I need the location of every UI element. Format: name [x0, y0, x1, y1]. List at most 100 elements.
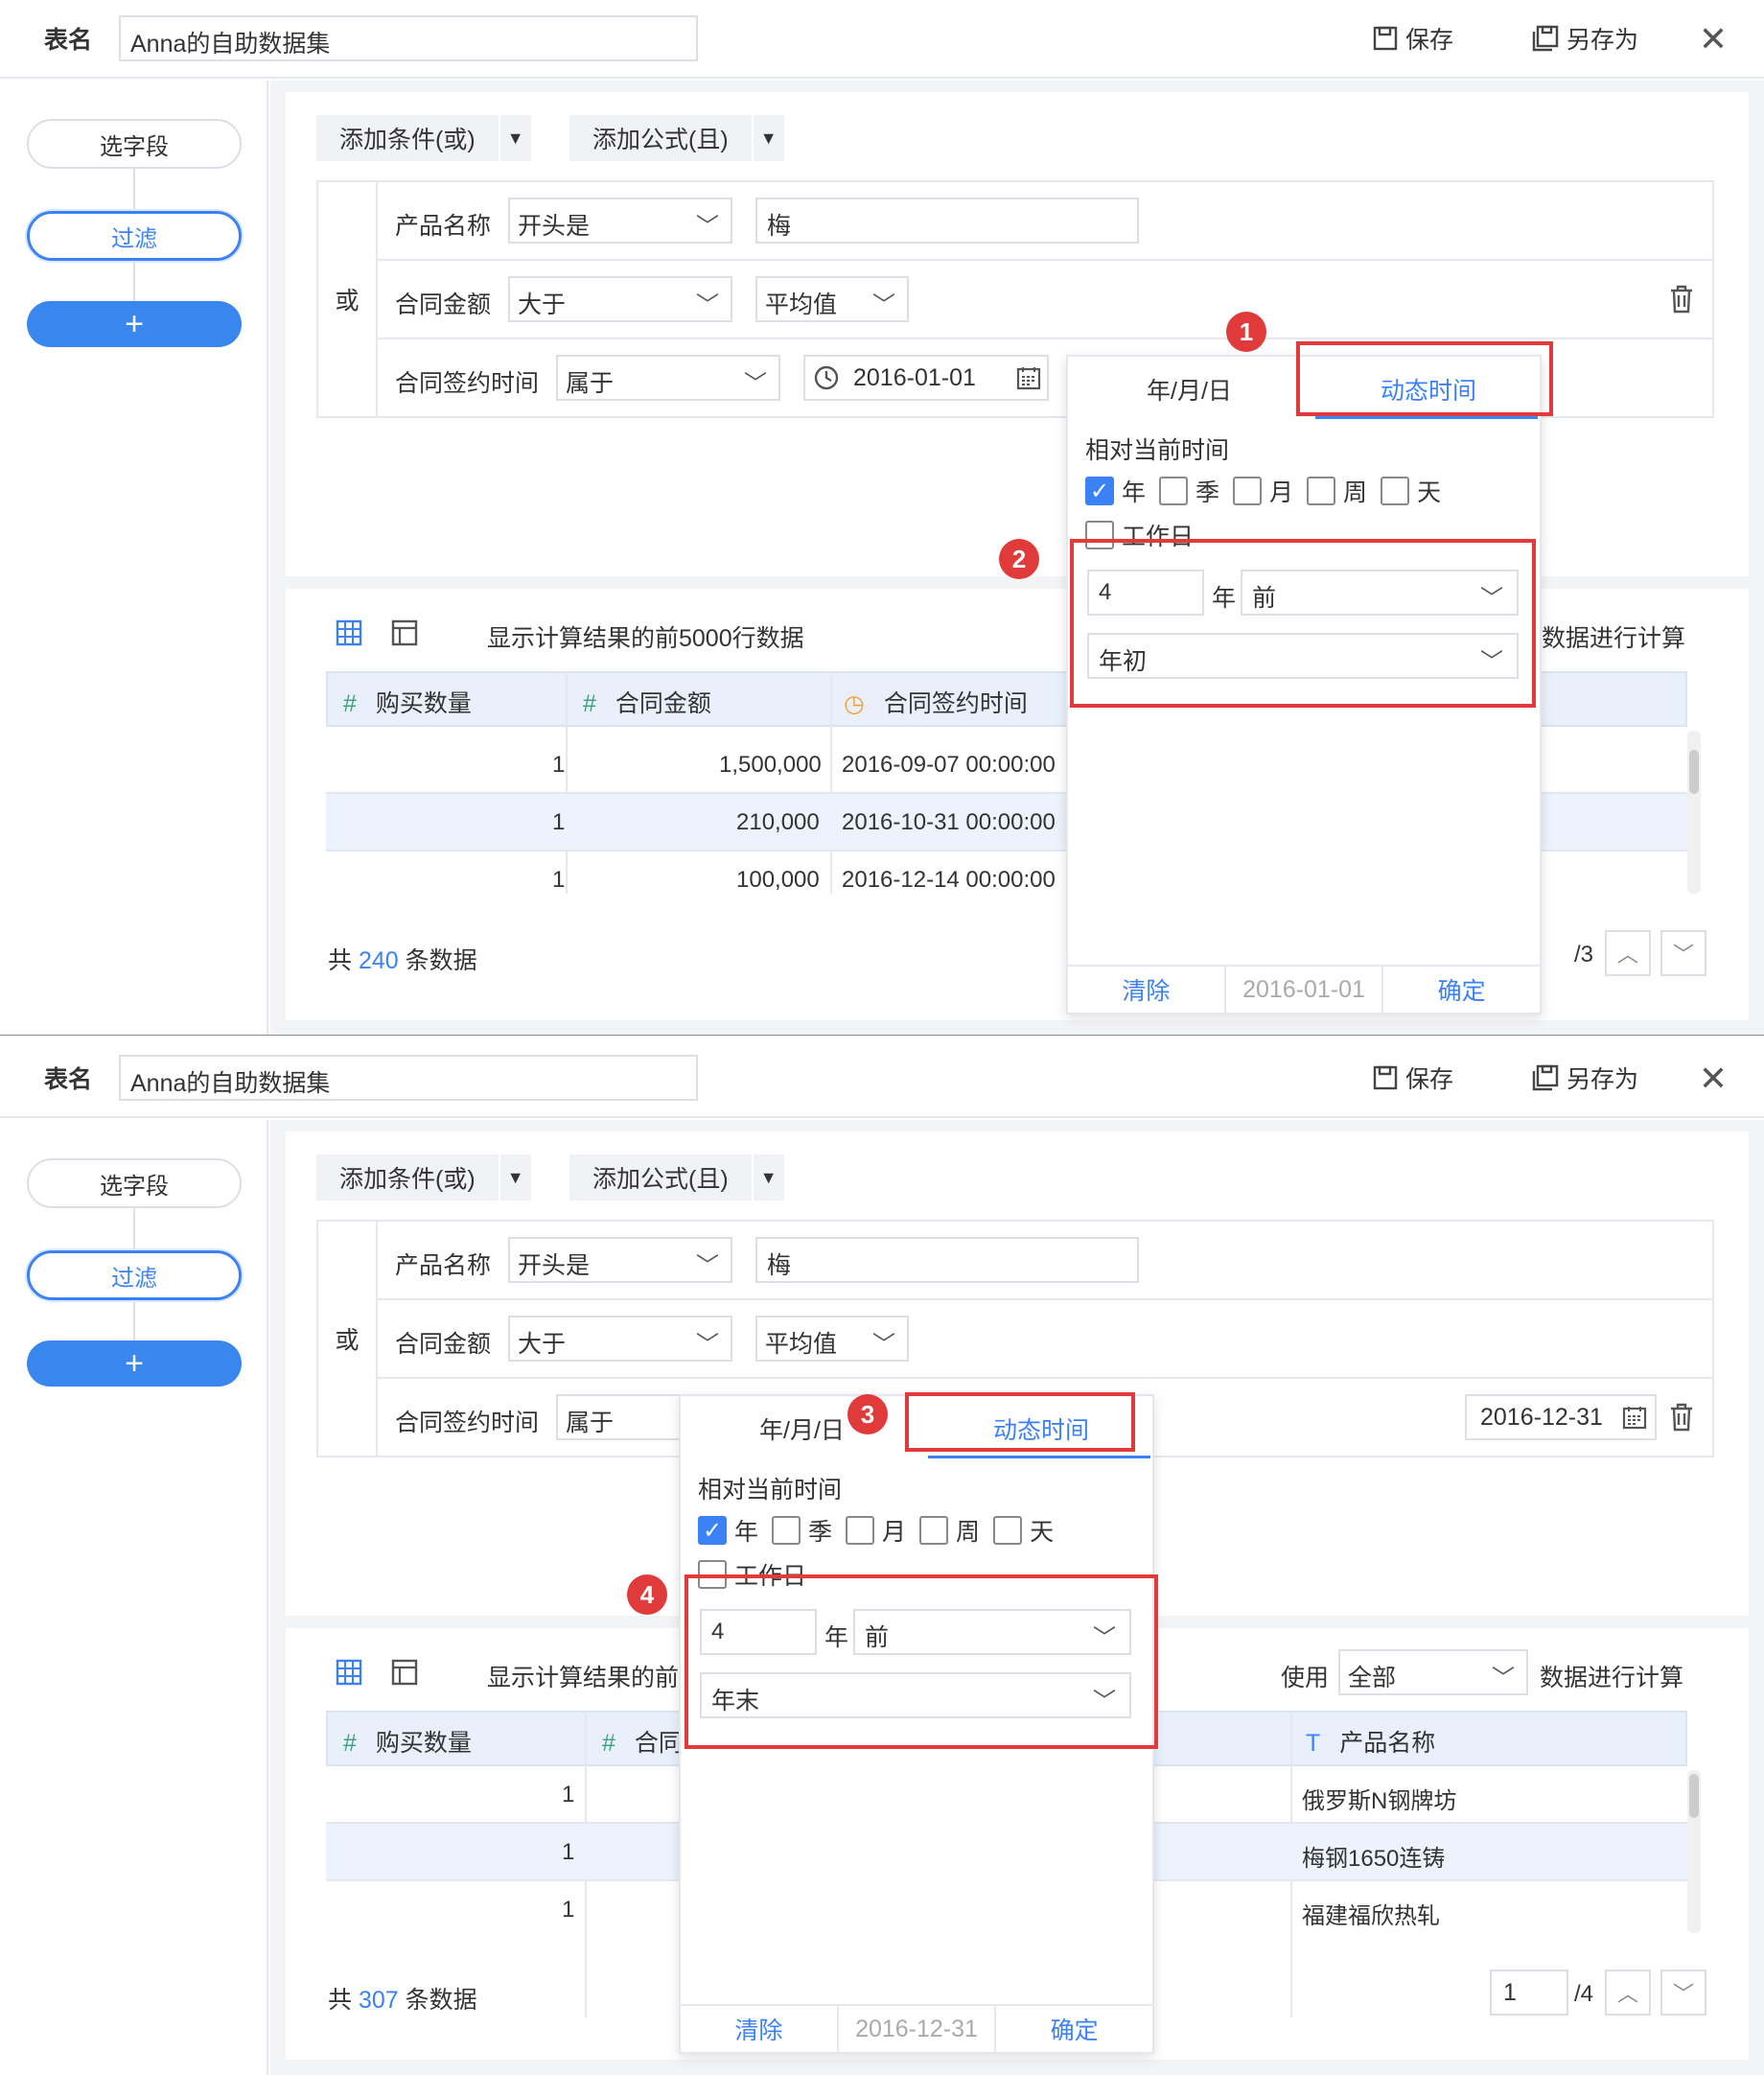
- value-select[interactable]: 平均值 ﹀: [755, 276, 909, 322]
- add-formula-label: 添加公式(且): [592, 127, 729, 153]
- unit-week-checkbox[interactable]: 周: [919, 1513, 980, 1548]
- close-icon[interactable]: ✕: [1699, 19, 1728, 59]
- chevron-down-icon: ﹀: [696, 1253, 719, 1279]
- column-header[interactable]: # 购买数量: [343, 685, 472, 719]
- save-as-button[interactable]: 另存为: [1532, 21, 1638, 56]
- tab-ymd[interactable]: 年/月/日: [1147, 372, 1232, 407]
- grid-icon[interactable]: [336, 1659, 362, 1686]
- chevron-down-icon[interactable]: ﹀: [1660, 930, 1706, 976]
- unit-year-checkbox[interactable]: ✓ 年: [698, 1513, 758, 1548]
- caret-down-icon[interactable]: ▼: [498, 1154, 531, 1201]
- trash-icon[interactable]: [1668, 284, 1695, 315]
- operator-select[interactable]: 属于 ﹀: [556, 355, 780, 401]
- operator-select[interactable]: 开头是 ﹀: [508, 1237, 732, 1283]
- unit-week-checkbox[interactable]: 周: [1307, 474, 1367, 508]
- total-count: 共 240 条数据: [328, 942, 477, 976]
- preview-info: 显示计算结果的前5: [487, 1665, 692, 1691]
- total-number: 307: [358, 1987, 399, 2014]
- cell: 2016-09-07 00:00:00: [842, 752, 1056, 778]
- save-icon: [1373, 26, 1398, 51]
- operator-select[interactable]: 大于 ﹀: [508, 276, 732, 322]
- add-condition-label: 添加条件(或): [339, 127, 476, 153]
- panel-bottom: 表名 Anna的自助数据集 保存 另存为 ✕ 选字段 过滤 + 添加条件(或) …: [0, 1039, 1764, 2075]
- clear-button[interactable]: 清除: [1068, 967, 1224, 1013]
- popup-footer: 清除 2016-12-31 确定: [681, 2004, 1152, 2052]
- step-badge: 3: [847, 1394, 888, 1434]
- calc-scope-select[interactable]: 全部 ﹀: [1338, 1649, 1528, 1695]
- value-select[interactable]: 平均值 ﹀: [755, 1316, 909, 1362]
- cell: 1: [562, 1839, 575, 1865]
- unit-day-checkbox[interactable]: 天: [993, 1513, 1054, 1548]
- chevron-up-icon[interactable]: ︿: [1605, 930, 1651, 976]
- unit-month-checkbox[interactable]: 月: [1233, 474, 1293, 508]
- scroll-thumb[interactable]: [1689, 1774, 1699, 1818]
- page-input[interactable]: 1: [1490, 1970, 1568, 2016]
- add-formula-button[interactable]: 添加公式(且) ▼: [569, 115, 784, 161]
- step-select-fields[interactable]: 选字段: [27, 119, 242, 169]
- unit-month-checkbox[interactable]: 月: [846, 1513, 906, 1548]
- date-type-icon: ◷: [844, 690, 865, 717]
- relative-time-title: 相对当前时间: [1085, 437, 1230, 464]
- value-input[interactable]: 梅: [755, 198, 1139, 244]
- operator-select[interactable]: 大于 ﹀: [508, 1316, 732, 1362]
- clock-icon: [814, 365, 839, 390]
- step-select-fields[interactable]: 选字段: [27, 1158, 242, 1208]
- chevron-down-icon[interactable]: ﹀: [1660, 1970, 1706, 2016]
- unit-quarter-checkbox[interactable]: 季: [772, 1513, 832, 1548]
- caret-down-icon[interactable]: ▼: [498, 115, 531, 161]
- chevron-up-icon[interactable]: ︿: [1605, 1970, 1651, 2016]
- tab-ymd[interactable]: 年/月/日: [759, 1411, 845, 1446]
- end-date-input[interactable]: 2016-12-31: [1465, 1394, 1657, 1440]
- save-as-label: 另存为: [1567, 1066, 1639, 1093]
- layout-icon[interactable]: [391, 619, 418, 646]
- add-formula-button[interactable]: 添加公式(且) ▼: [569, 1154, 784, 1201]
- column-header[interactable]: T 产品名称: [1306, 1724, 1435, 1759]
- column-header[interactable]: ◷ 合同签约时间: [844, 685, 1028, 719]
- column-header[interactable]: # 合同金额: [583, 685, 711, 719]
- relative-time-title: 相对当前时间: [698, 1477, 843, 1504]
- filter-field: 产品名称: [395, 213, 492, 240]
- calendar-icon[interactable]: [1016, 365, 1041, 390]
- cell: 1: [552, 752, 566, 778]
- save-button[interactable]: 保存: [1373, 1061, 1453, 1095]
- start-date-value: 2016-01-01: [853, 364, 976, 391]
- close-icon[interactable]: ✕: [1699, 1059, 1728, 1099]
- grid-icon[interactable]: [336, 619, 362, 646]
- operator-value: 属于: [566, 370, 615, 397]
- confirm-button[interactable]: 确定: [1383, 967, 1540, 1013]
- save-as-icon: [1532, 1064, 1559, 1091]
- trash-icon[interactable]: [1668, 1402, 1695, 1433]
- unit-day-checkbox[interactable]: 天: [1381, 474, 1441, 508]
- step-filter[interactable]: 过滤: [27, 211, 242, 261]
- save-button[interactable]: 保存: [1373, 21, 1453, 56]
- table-name-input[interactable]: Anna的自助数据集: [119, 1055, 698, 1101]
- unit-year-checkbox[interactable]: ✓ 年: [1085, 474, 1146, 508]
- unit-quarter-checkbox[interactable]: 季: [1159, 474, 1219, 508]
- add-condition-label: 添加条件(或): [339, 1166, 476, 1193]
- step-filter[interactable]: 过滤: [27, 1250, 242, 1300]
- add-step-button[interactable]: +: [27, 1341, 242, 1387]
- caret-down-icon[interactable]: ▼: [751, 115, 784, 161]
- panel-separator: [0, 1035, 1764, 1036]
- save-as-button[interactable]: 另存为: [1532, 1061, 1638, 1095]
- confirm-button[interactable]: 确定: [996, 2006, 1152, 2052]
- layout-icon[interactable]: [391, 1659, 418, 1686]
- column-header-label: 购买数量: [375, 1730, 472, 1757]
- table-name-input[interactable]: Anna的自助数据集: [119, 15, 698, 61]
- operator-select[interactable]: 开头是 ﹀: [508, 198, 732, 244]
- highlight-box: [685, 1574, 1158, 1749]
- scroll-thumb[interactable]: [1689, 750, 1699, 794]
- add-condition-button[interactable]: 添加条件(或) ▼: [316, 115, 531, 161]
- value-input[interactable]: 梅: [755, 1237, 1139, 1283]
- add-step-button[interactable]: +: [27, 301, 242, 347]
- caret-down-icon[interactable]: ▼: [751, 1154, 784, 1201]
- start-date-input[interactable]: 2016-01-01: [803, 355, 1049, 401]
- column-header[interactable]: # 购买数量: [343, 1724, 472, 1759]
- clear-button[interactable]: 清除: [681, 2006, 837, 2052]
- calendar-icon[interactable]: [1622, 1405, 1647, 1430]
- add-condition-button[interactable]: 添加条件(或) ▼: [316, 1154, 531, 1201]
- step-badge: 1: [1226, 312, 1266, 352]
- step-badge: 2: [999, 539, 1039, 579]
- tab-underline: [928, 1456, 1150, 1458]
- column-header-label: 合同签约时间: [883, 690, 1028, 717]
